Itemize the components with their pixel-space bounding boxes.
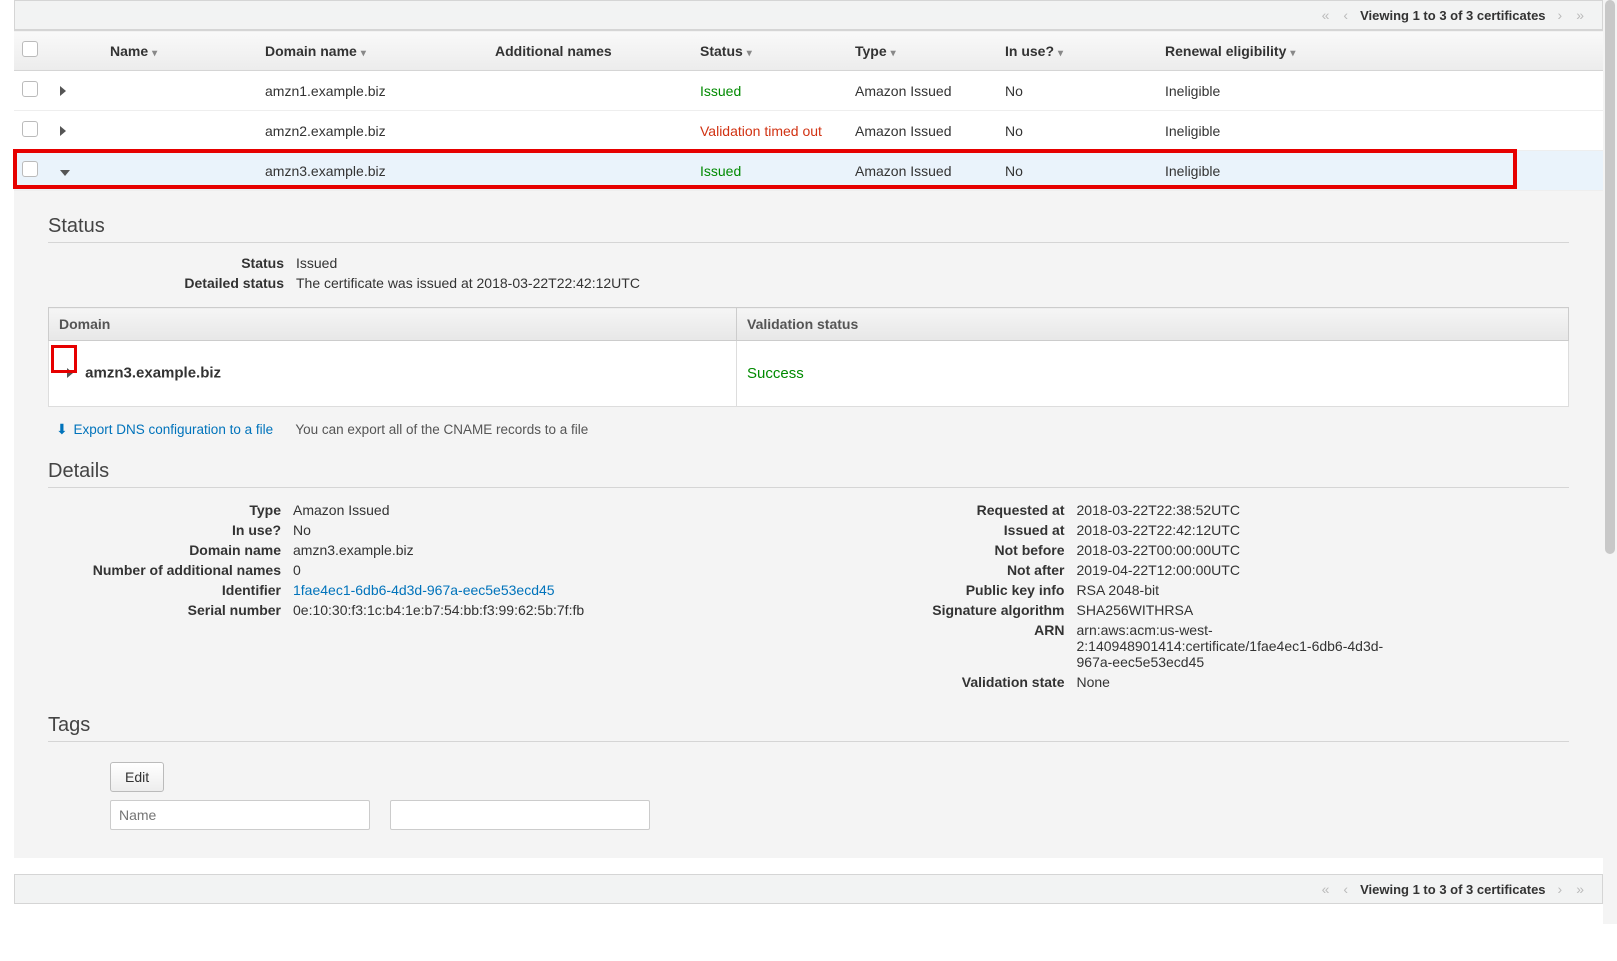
next-page-icon[interactable]: ›: [1556, 881, 1565, 897]
export-note: You can export all of the CNAME records …: [295, 422, 588, 437]
table-row[interactable]: amzn1.example.biz Issued Amazon Issued N…: [14, 71, 1603, 111]
detail-sig-alg: SHA256WITHRSA: [1077, 602, 1570, 618]
cell-inuse: No: [997, 111, 1157, 151]
last-page-icon[interactable]: »: [1574, 7, 1586, 23]
detail-serial: 0e:10:30:f3:1c:b4:1e:b7:54:bb:f3:99:62:5…: [293, 602, 779, 618]
header-domain[interactable]: Domain name▾: [257, 31, 487, 71]
export-line: ⬇ Export DNS configuration to a file You…: [56, 421, 1569, 438]
detail-domain: amzn3.example.biz: [293, 542, 779, 558]
pagination-text: Viewing 1 to 3 of 3 certificates: [1360, 8, 1545, 23]
domain-header: Domain: [49, 308, 737, 341]
header-renewal[interactable]: Renewal eligibility▾: [1157, 31, 1603, 71]
detail-requested-at: 2018-03-22T22:38:52UTC: [1077, 502, 1570, 518]
first-page-icon[interactable]: «: [1320, 881, 1332, 897]
expand-row-icon[interactable]: [60, 126, 66, 136]
vertical-scrollbar[interactable]: [1603, 0, 1617, 924]
header-additional[interactable]: Additional names: [487, 31, 692, 71]
detail-validation-state: None: [1077, 674, 1570, 690]
cell-type: Amazon Issued: [847, 151, 997, 191]
cell-domain: amzn1.example.biz: [257, 71, 487, 111]
tag-name-input[interactable]: [110, 800, 370, 830]
prev-page-icon[interactable]: ‹: [1341, 7, 1350, 23]
status-label: Status: [48, 255, 296, 271]
next-page-icon[interactable]: ›: [1556, 7, 1565, 23]
expand-row-icon[interactable]: [60, 86, 66, 96]
cell-status: Issued: [700, 83, 741, 99]
first-page-icon[interactable]: «: [1320, 7, 1332, 23]
row-checkbox[interactable]: [22, 161, 38, 177]
header-status[interactable]: Status▾: [692, 31, 847, 71]
validation-status-cell: Success: [737, 341, 1569, 407]
detailed-status-value: The certificate was issued at 2018-03-22…: [296, 275, 1569, 291]
cell-type: Amazon Issued: [847, 111, 997, 151]
status-value: Issued: [296, 255, 1569, 271]
pagination-text: Viewing 1 to 3 of 3 certificates: [1360, 882, 1545, 897]
cell-status: Validation timed out: [700, 123, 822, 139]
header-select-all[interactable]: [14, 31, 52, 71]
certificate-detail-panel: Status Status Issued Detailed status The…: [14, 191, 1603, 858]
detail-not-before: 2018-03-22T00:00:00UTC: [1077, 542, 1570, 558]
detail-additional-count: 0: [293, 562, 779, 578]
status-section-title: Status: [48, 215, 1569, 243]
header-inuse[interactable]: In use?▾: [997, 31, 1157, 71]
cell-renewal: Ineligible: [1157, 71, 1603, 111]
domain-validation-table: Domain Validation status amzn3.example.b…: [48, 307, 1569, 407]
detail-not-after: 2019-04-22T12:00:00UTC: [1077, 562, 1570, 578]
status-kv-list: Status Issued Detailed status The certif…: [48, 253, 1569, 293]
download-icon: ⬇: [56, 421, 68, 437]
header-type[interactable]: Type▾: [847, 31, 997, 71]
cell-inuse: No: [997, 71, 1157, 111]
scrollbar-thumb[interactable]: [1605, 0, 1615, 554]
detail-arn: arn:aws:acm:us-west-2:140948901414:certi…: [1077, 622, 1417, 670]
pagination-bottom: « ‹ Viewing 1 to 3 of 3 certificates › »: [14, 874, 1603, 904]
domain-name-cell: amzn3.example.biz: [85, 364, 221, 381]
cell-renewal: Ineligible: [1157, 111, 1603, 151]
cell-renewal: Ineligible: [1157, 151, 1603, 191]
tags-section-title: Tags: [48, 714, 1569, 742]
select-all-checkbox[interactable]: [22, 41, 38, 57]
detail-issued-at: 2018-03-22T22:42:12UTC: [1077, 522, 1570, 538]
prev-page-icon[interactable]: ‹: [1341, 881, 1350, 897]
export-dns-link[interactable]: Export DNS configuration to a file: [74, 422, 274, 437]
detailed-status-label: Detailed status: [48, 275, 296, 291]
certificates-table: Name▾ Domain name▾ Additional names Stat…: [14, 30, 1603, 191]
detail-inuse: No: [293, 522, 779, 538]
edit-tags-button[interactable]: Edit: [110, 762, 164, 792]
row-checkbox[interactable]: [22, 81, 38, 97]
header-name[interactable]: Name▾: [102, 31, 257, 71]
pagination-top: « ‹ Viewing 1 to 3 of 3 certificates › »: [14, 0, 1603, 30]
last-page-icon[interactable]: »: [1574, 881, 1586, 897]
details-columns: TypeAmazon Issued In use?No Domain namea…: [48, 500, 1569, 692]
cell-domain: amzn2.example.biz: [257, 111, 487, 151]
tag-value-input[interactable]: [390, 800, 650, 830]
collapse-row-icon[interactable]: [60, 170, 70, 176]
cell-domain: amzn3.example.biz: [257, 151, 487, 191]
expand-domain-icon[interactable]: [67, 368, 73, 378]
row-checkbox[interactable]: [22, 121, 38, 137]
cell-status: Issued: [700, 163, 741, 179]
table-row[interactable]: amzn2.example.biz Validation timed out A…: [14, 111, 1603, 151]
validation-status-header: Validation status: [737, 308, 1569, 341]
cell-type: Amazon Issued: [847, 71, 997, 111]
detail-public-key: RSA 2048-bit: [1077, 582, 1570, 598]
detail-type: Amazon Issued: [293, 502, 779, 518]
cell-inuse: No: [997, 151, 1157, 191]
detail-identifier-link[interactable]: 1fae4ec1-6db6-4d3d-967a-eec5e53ecd45: [293, 582, 555, 598]
details-section-title: Details: [48, 460, 1569, 488]
table-row[interactable]: amzn3.example.biz Issued Amazon Issued N…: [14, 151, 1603, 191]
